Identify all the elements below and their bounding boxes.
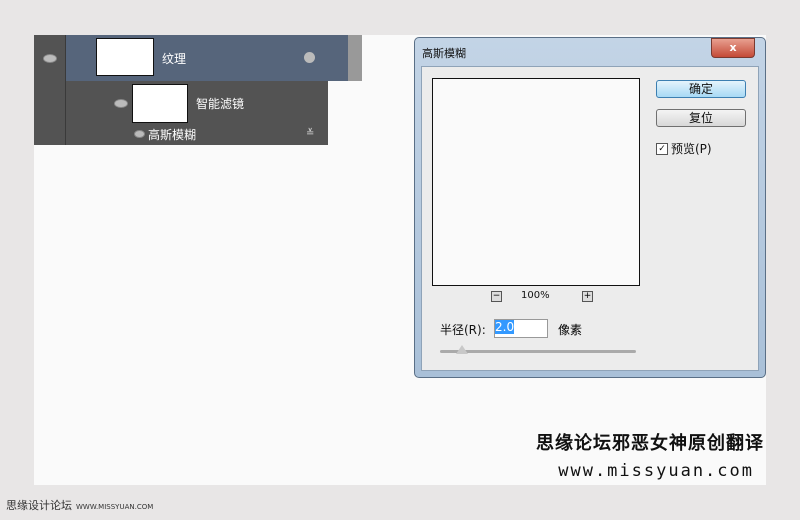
footer-site: 思缘设计论坛	[6, 499, 72, 512]
zoom-in-button[interactable]: +	[582, 291, 593, 302]
preview-area[interactable]	[432, 78, 640, 286]
smart-filter-thumbnail	[132, 84, 188, 123]
radius-input[interactable]: 2.0	[494, 319, 548, 338]
eye-icon[interactable]	[114, 99, 128, 108]
layers-panel: 纹理 智能滤镜 高斯模糊 ≚	[34, 35, 362, 145]
footer-url: WWW.MISSYUAN.COM	[76, 503, 154, 511]
zoom-level: 100%	[521, 290, 550, 301]
smart-filter-icon	[304, 52, 315, 63]
layer-row-texture[interactable]: 纹理	[66, 35, 348, 81]
ok-button[interactable]: 确定	[656, 80, 746, 98]
watermark-title: 思缘论坛邪恶女神原创翻译	[536, 433, 764, 454]
gaussian-blur-dialog: 高斯模糊 x 确定 复位 ✓ 预览(P) − 100% + 半径(R): 2.0…	[414, 37, 766, 378]
preview-label: 预览(P)	[671, 142, 712, 156]
watermark-url: www.missyuan.com	[558, 461, 754, 481]
filter-options-icon[interactable]: ≚	[306, 128, 314, 139]
close-button[interactable]: x	[711, 38, 755, 58]
visibility-column	[34, 35, 66, 145]
footer: 思缘设计论坛 WWW.MISSYUAN.COM	[6, 497, 153, 513]
radius-slider[interactable]	[440, 350, 636, 353]
checkmark-icon[interactable]: ✓	[656, 142, 668, 155]
scrollbar[interactable]	[348, 35, 362, 81]
smart-filters-label: 智能滤镜	[196, 97, 245, 111]
preview-checkbox[interactable]: ✓ 预览(P)	[656, 140, 712, 157]
radius-value: 2.0	[495, 320, 515, 334]
zoom-out-button[interactable]: −	[491, 291, 502, 302]
radius-label: 半径(R):	[440, 323, 486, 337]
layer-thumbnail	[96, 38, 154, 76]
smart-filters-row[interactable]: 智能滤镜 高斯模糊 ≚	[66, 81, 328, 145]
dialog-body: 确定 复位 ✓ 预览(P) − 100% + 半径(R): 2.0 像素	[421, 66, 759, 371]
dialog-title: 高斯模糊	[422, 47, 466, 60]
eye-icon[interactable]	[43, 54, 57, 63]
layer-name: 纹理	[162, 52, 187, 66]
filter-name[interactable]: 高斯模糊	[148, 126, 196, 143]
eye-icon[interactable]	[134, 130, 145, 138]
reset-button[interactable]: 复位	[656, 109, 746, 127]
slider-handle[interactable]	[456, 345, 468, 354]
unit-label: 像素	[558, 323, 583, 337]
